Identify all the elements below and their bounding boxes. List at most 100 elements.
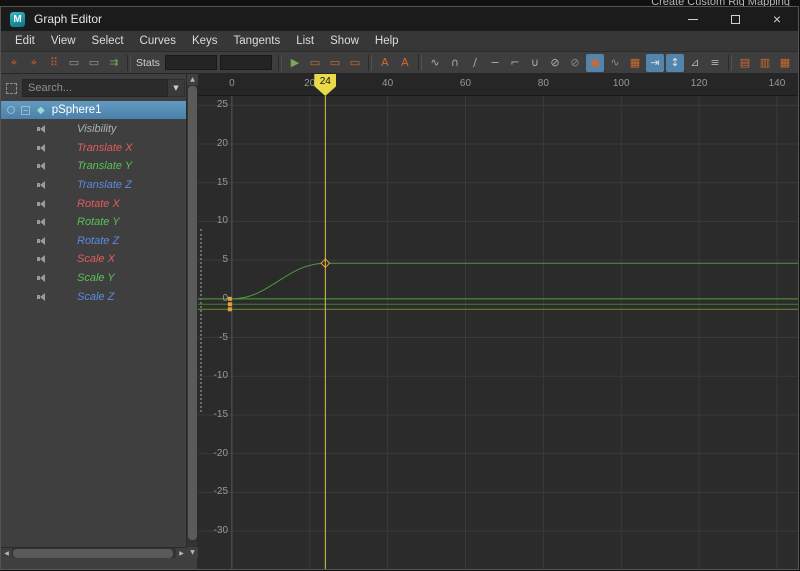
menu-edit[interactable]: Edit bbox=[7, 35, 43, 47]
rescale-keys-tool-icon[interactable]: ▭ bbox=[85, 54, 103, 72]
scroll-left-arrow[interactable]: ◀ bbox=[1, 548, 12, 559]
scroll-down-arrow[interactable]: ▼ bbox=[187, 547, 198, 558]
close-button[interactable]: × bbox=[756, 7, 798, 31]
channel-row-scale-x[interactable]: Scale X bbox=[1, 250, 187, 269]
toolbar-left-group: ⌖ ⌖ ⠿ ▭ ▭ ⇉ bbox=[4, 52, 134, 73]
spline-tangent-icon[interactable]: ∿ bbox=[426, 54, 444, 72]
menu-help[interactable]: Help bbox=[367, 35, 407, 47]
mute-icon[interactable] bbox=[37, 254, 47, 264]
time-ruler[interactable]: 24 0 20 40 60 80 100 120 140 bbox=[198, 74, 798, 96]
value-tick-label: 20 bbox=[216, 137, 228, 149]
menu-view[interactable]: View bbox=[43, 35, 84, 47]
channel-row-rotate-z[interactable]: Rotate Z bbox=[1, 232, 187, 251]
menu-keys[interactable]: Keys bbox=[184, 35, 226, 47]
frame-all-icon[interactable]: ▭ bbox=[306, 54, 324, 72]
time-tick-label: 80 bbox=[537, 78, 549, 89]
search-dropdown-button[interactable]: ▼ bbox=[168, 79, 185, 97]
graph-canvas[interactable]: 25 20 15 10 5 0 -5 -10 -15 -20 -25 -30 bbox=[198, 96, 798, 569]
mute-icon[interactable] bbox=[37, 217, 47, 227]
panel-splitter[interactable] bbox=[200, 229, 202, 412]
move-nearest-key-tool-glyph: ⌖ bbox=[10, 55, 18, 69]
trax-editor-icon[interactable]: ▥ bbox=[756, 54, 774, 72]
time-editor-icon[interactable]: ▦ bbox=[776, 54, 794, 72]
curve-svg bbox=[198, 96, 798, 569]
menu-curves[interactable]: Curves bbox=[132, 35, 184, 47]
time-tick-label: 100 bbox=[612, 78, 630, 89]
frame-selected-icon[interactable]: ▭ bbox=[346, 54, 364, 72]
channel-row-translate-y[interactable]: Translate Y bbox=[1, 157, 187, 176]
unify-tangent-icon[interactable]: ⊘ bbox=[566, 54, 584, 72]
add-keys-icon[interactable]: A bbox=[396, 54, 414, 72]
break-tangent-icon[interactable]: ⊘ bbox=[546, 54, 564, 72]
channel-row-translate-x[interactable]: Translate X bbox=[1, 139, 187, 158]
auto-tangent-icon[interactable]: ▣ bbox=[585, 53, 604, 72]
mute-icon[interactable] bbox=[37, 161, 47, 171]
horizontal-scrollbar-thumb[interactable] bbox=[13, 549, 173, 558]
menu-select[interactable]: Select bbox=[84, 35, 132, 47]
channel-label: Translate Y bbox=[77, 160, 133, 173]
retime-tool-icon[interactable]: ⇉ bbox=[105, 54, 123, 72]
stats-value-input[interactable] bbox=[219, 55, 272, 70]
normalize-curves-icon[interactable]: ⊿ bbox=[686, 54, 704, 72]
filter-icon[interactable] bbox=[6, 82, 17, 94]
insert-key-tool-icon[interactable]: ⌖ bbox=[25, 54, 43, 72]
channel-row-rotate-y[interactable]: Rotate Y bbox=[1, 213, 187, 232]
playback-range-glyph: ▶ bbox=[290, 56, 300, 69]
outliner-horizontal-scrollbar[interactable]: ◀ ▶ bbox=[1, 547, 187, 559]
retime-tool-glyph: ⇉ bbox=[109, 56, 119, 69]
outliner-vertical-scrollbar[interactable]: ▲ ▼ bbox=[186, 74, 198, 558]
scroll-up-arrow[interactable]: ▲ bbox=[187, 74, 198, 85]
channel-row-visibility[interactable]: Visibility bbox=[1, 120, 187, 139]
flat-tangent-icon[interactable]: − bbox=[486, 54, 504, 72]
step-tangent-icon[interactable]: ⌐ bbox=[506, 54, 524, 72]
channel-row-scale-y[interactable]: Scale Y bbox=[1, 269, 187, 288]
stats-time-input[interactable] bbox=[164, 55, 217, 70]
minimize-icon bbox=[688, 18, 698, 20]
channel-row-scale-z[interactable]: Scale Z bbox=[1, 287, 187, 306]
maximize-button[interactable] bbox=[714, 7, 756, 31]
search-input[interactable] bbox=[22, 79, 168, 97]
frame-playback-glyph: ▭ bbox=[329, 56, 341, 69]
time-tick-label: 60 bbox=[459, 78, 472, 89]
chevron-down-icon: ▼ bbox=[173, 84, 179, 92]
weighted-tangent-icon[interactable]: ∿ bbox=[606, 54, 624, 72]
dope-sheet-glyph: ▤ bbox=[739, 56, 751, 69]
playback-range-icon[interactable]: ▶ bbox=[286, 54, 304, 72]
clamped-tangent-icon[interactable]: ∩ bbox=[446, 54, 464, 72]
time-snap-glyph: ⇥ bbox=[650, 56, 660, 69]
time-snap-icon[interactable]: ⇥ bbox=[645, 53, 664, 72]
mute-icon[interactable] bbox=[37, 292, 47, 302]
vertical-scrollbar-thumb[interactable] bbox=[188, 86, 197, 540]
lattice-deform-keys-icon[interactable]: ⠿ bbox=[45, 54, 63, 72]
title-bar[interactable]: M Graph Editor × bbox=[1, 7, 798, 31]
value-snap-icon[interactable]: ↕ bbox=[665, 53, 684, 72]
dope-sheet-icon[interactable]: ▤ bbox=[736, 54, 754, 72]
mute-icon[interactable] bbox=[37, 180, 47, 190]
stack-curves-icon[interactable]: ≡ bbox=[706, 54, 724, 72]
mute-icon[interactable] bbox=[37, 199, 47, 209]
scroll-right-arrow[interactable]: ▶ bbox=[176, 548, 187, 559]
menu-show[interactable]: Show bbox=[322, 35, 367, 47]
channel-row-rotate-x[interactable]: Rotate X bbox=[1, 194, 187, 213]
mute-icon[interactable] bbox=[37, 273, 47, 283]
current-time-marker[interactable]: 24 bbox=[314, 74, 337, 96]
expander-icon[interactable]: − bbox=[21, 105, 30, 115]
mute-icon[interactable] bbox=[37, 143, 47, 153]
move-nearest-key-tool-icon[interactable]: ⌖ bbox=[5, 54, 23, 72]
minimize-button[interactable] bbox=[672, 7, 714, 31]
main-area: ▼ − ◆ pSphere1 Visibility Translate X Tran… bbox=[1, 74, 798, 569]
insert-keys-icon[interactable]: A bbox=[376, 54, 394, 72]
menu-tangents[interactable]: Tangents bbox=[226, 35, 289, 47]
snap-keys-icon[interactable]: ▦ bbox=[626, 54, 644, 72]
plateau-tangent-icon[interactable]: ∪ bbox=[526, 54, 544, 72]
region-select-tool-icon[interactable]: ▭ bbox=[65, 54, 83, 72]
tree-node-psphere1[interactable]: − ◆ pSphere1 bbox=[1, 101, 187, 119]
mute-icon[interactable] bbox=[37, 124, 47, 134]
frame-playback-icon[interactable]: ▭ bbox=[326, 54, 344, 72]
mute-icon[interactable] bbox=[37, 236, 47, 246]
channel-row-translate-z[interactable]: Translate Z bbox=[1, 176, 187, 195]
maya-app-icon: M bbox=[10, 11, 25, 27]
linear-tangent-icon[interactable]: ∕ bbox=[466, 54, 484, 72]
graph-editor-window: M Graph Editor × Edit View Select Curves Key… bbox=[0, 6, 799, 570]
menu-list[interactable]: List bbox=[288, 35, 322, 47]
